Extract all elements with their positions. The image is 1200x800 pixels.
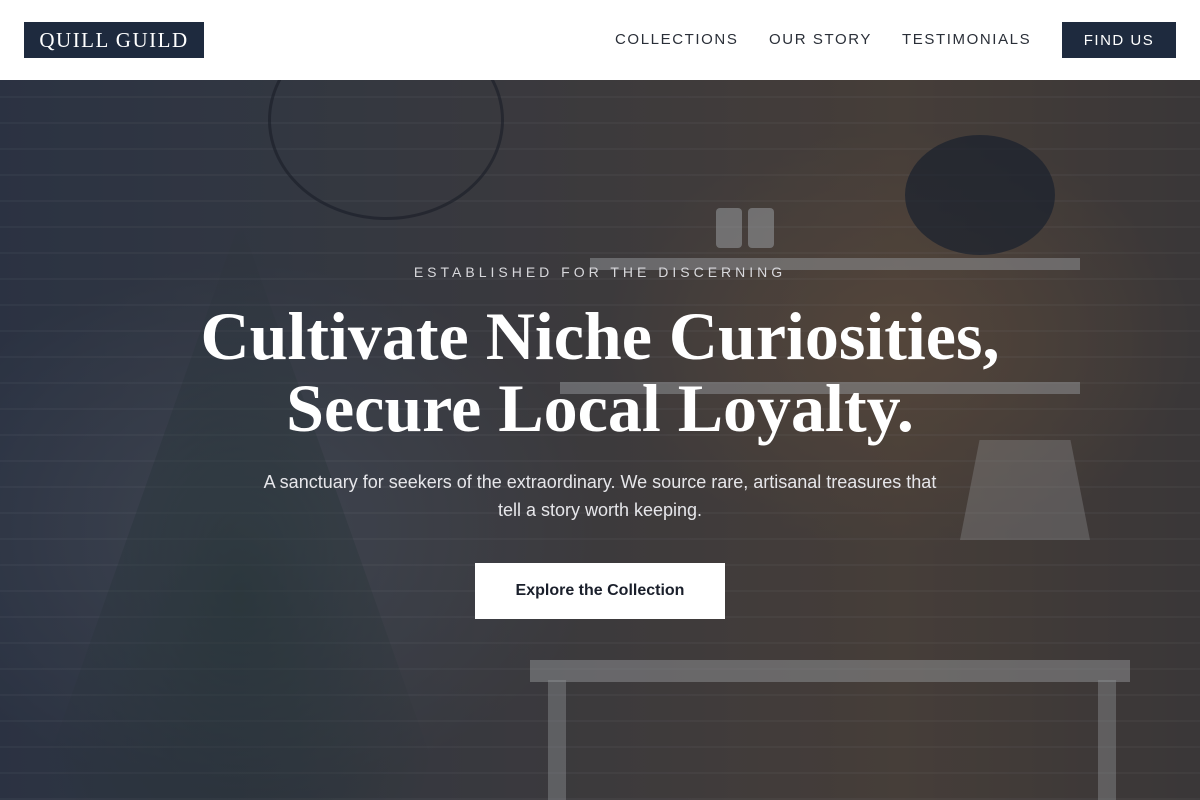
hero-headline-line-1: Cultivate Niche Curiosities, xyxy=(200,298,1000,374)
nav-link-collections[interactable]: COLLECTIONS xyxy=(615,30,738,50)
hero-subtext: A sanctuary for seekers of the extraordi… xyxy=(263,472,937,520)
find-us-button[interactable]: FIND US xyxy=(1062,22,1176,58)
site-header: QUILL GUILD COLLECTIONS OUR STORY TESTIM… xyxy=(0,0,1200,80)
nav-link-our-story[interactable]: OUR STORY xyxy=(769,30,872,50)
hero-section: ESTABLISHED FOR THE DISCERNING Cultivate… xyxy=(0,80,1200,800)
hero-eyebrow: ESTABLISHED FOR THE DISCERNING xyxy=(413,264,787,280)
hero-content: ESTABLISHED FOR THE DISCERNING Cultivate… xyxy=(0,80,1200,800)
explore-collection-button[interactable]: Explore the Collection xyxy=(475,563,725,619)
logo[interactable]: QUILL GUILD xyxy=(24,22,204,58)
nav-link-testimonials[interactable]: TESTIMONIALS xyxy=(902,30,1031,50)
hero-headline: Cultivate Niche Curiosities, Secure Loca… xyxy=(0,300,1200,444)
hero-headline-line-2: Secure Local Loyalty. xyxy=(286,370,914,446)
